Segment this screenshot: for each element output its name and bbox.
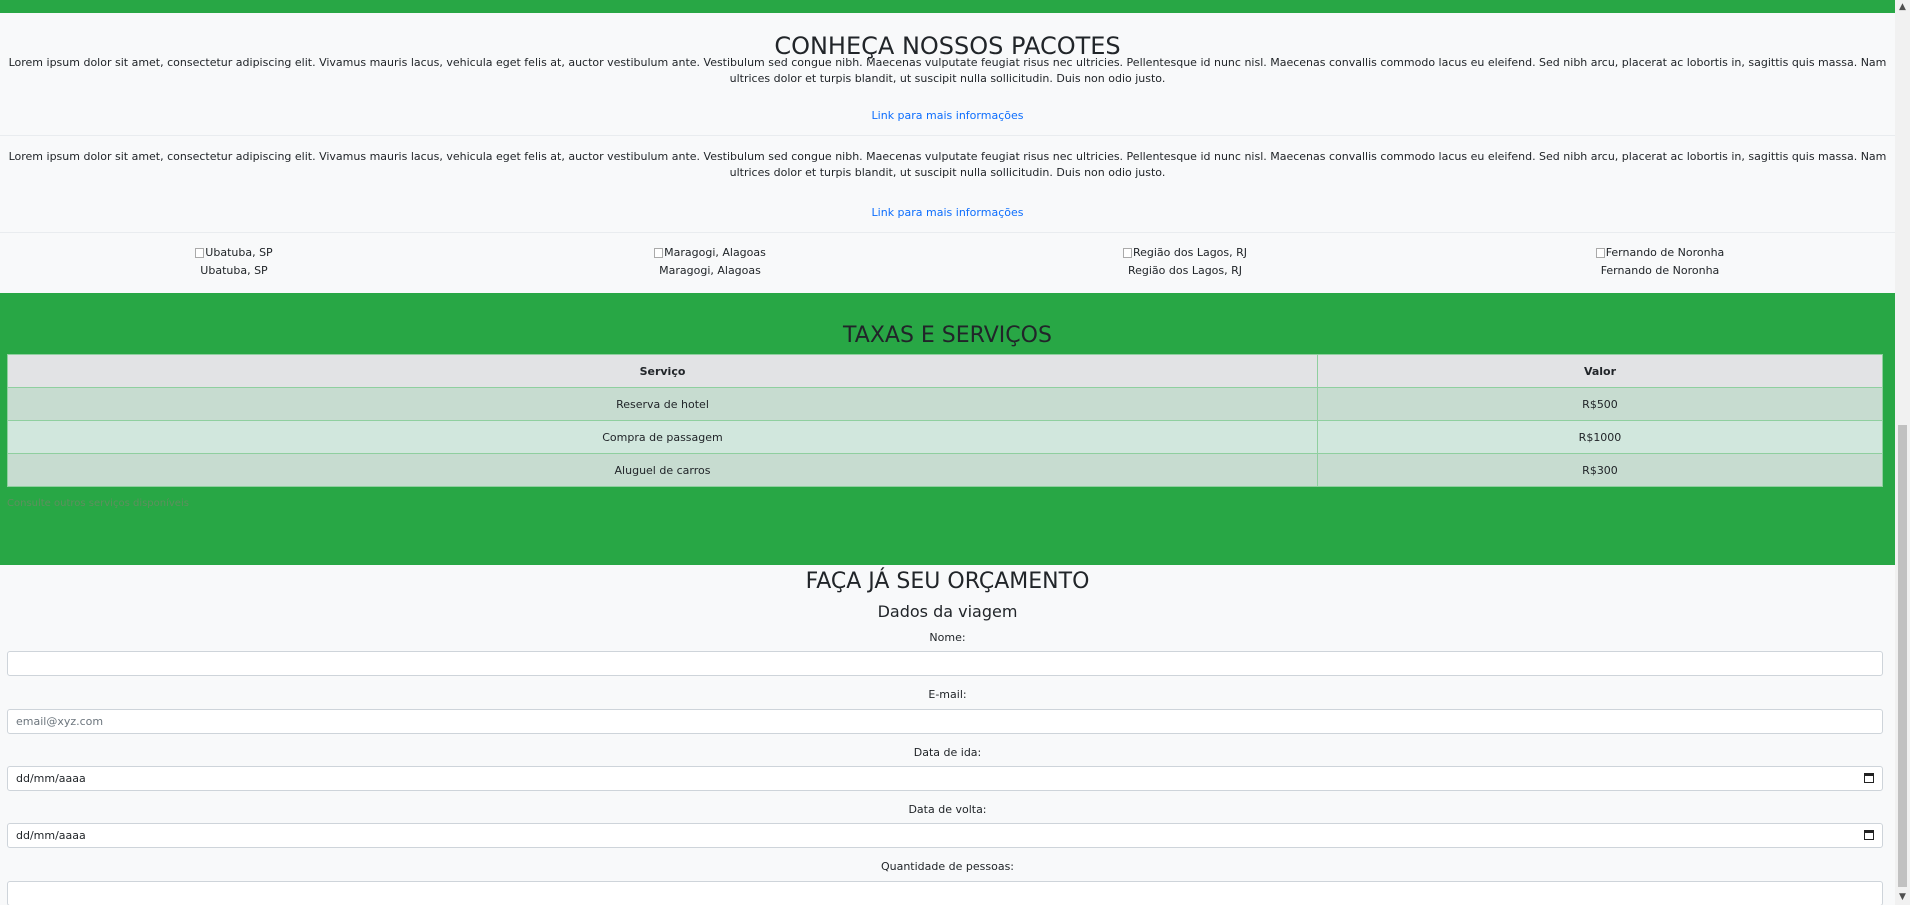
destination-caption: Fernando de Noronha bbox=[1600, 264, 1720, 277]
image-alt-text: Ubatuba, SP bbox=[205, 246, 273, 259]
service-cell: Aluguel de carros bbox=[7, 453, 1318, 487]
destination-fernando-de-noronha: Fernando de Noronha Fernando de Noronha bbox=[1550, 245, 1770, 279]
quote-subtitle: Dados da viagem bbox=[877, 602, 1018, 621]
service-cell: Compra de passagem bbox=[7, 420, 1318, 454]
destination-image: Maragogi, Alagoas bbox=[654, 245, 766, 261]
image-alt-text: Fernando de Noronha bbox=[1605, 246, 1725, 259]
return-date-label: Data de volta: bbox=[908, 803, 987, 816]
destination-maragogi: Maragogi, Alagoas Maragogi, Alagoas bbox=[600, 245, 820, 279]
quote-title: FAÇA JÁ SEU ORÇAMENTO bbox=[805, 569, 1090, 594]
value-cell: R$300 bbox=[1317, 453, 1883, 487]
fees-table: Serviço Valor Reserva de hotel R$500 Com… bbox=[7, 354, 1883, 487]
broken-image-icon bbox=[1122, 248, 1132, 258]
divider bbox=[0, 135, 1895, 136]
table-row: Compra de passagem R$1000 bbox=[7, 420, 1883, 454]
divider bbox=[0, 232, 1895, 233]
people-count-label: Quantidade de pessoas: bbox=[880, 860, 1015, 873]
departure-date-field[interactable]: dd/mm/aaaa bbox=[7, 766, 1883, 791]
broken-image-icon bbox=[1595, 248, 1605, 258]
destination-caption: Região dos Lagos, RJ bbox=[1127, 264, 1243, 277]
departure-date-value: dd/mm/aaaa bbox=[16, 772, 86, 785]
email-field[interactable] bbox=[7, 709, 1883, 734]
package-description: Lorem ipsum dolor sit amet, consectetur … bbox=[8, 150, 1887, 179]
package-link[interactable]: Link para mais informações bbox=[0, 109, 1895, 123]
image-alt-text: Região dos Lagos, RJ bbox=[1132, 246, 1248, 259]
people-count-field[interactable] bbox=[7, 881, 1883, 905]
calendar-icon[interactable] bbox=[1864, 773, 1874, 783]
package-description: Lorem ipsum dolor sit amet, consectetur … bbox=[8, 56, 1887, 85]
quote-section: FAÇA JÁ SEU ORÇAMENTO Dados da viagem No… bbox=[0, 565, 1895, 905]
scroll-up-icon[interactable]: ▲ bbox=[1895, 0, 1910, 15]
vertical-scrollbar[interactable]: ▲ ▼ bbox=[1895, 0, 1910, 905]
table-row: Aluguel de carros R$300 bbox=[7, 453, 1883, 487]
scrollbar-thumb[interactable] bbox=[1898, 425, 1907, 887]
destination-image: Fernando de Noronha bbox=[1595, 245, 1725, 261]
destination-regiao-dos-lagos: Região dos Lagos, RJ Região dos Lagos, R… bbox=[1075, 245, 1295, 279]
broken-image-icon bbox=[195, 248, 205, 258]
destination-image: Ubatuba, SP bbox=[195, 245, 273, 261]
destination-caption: Ubatuba, SP bbox=[200, 264, 268, 277]
return-date-field[interactable]: dd/mm/aaaa bbox=[7, 823, 1883, 848]
table-row: Reserva de hotel R$500 bbox=[7, 387, 1883, 421]
departure-date-label: Data de ida: bbox=[913, 746, 982, 759]
column-header-value: Valor bbox=[1317, 354, 1883, 388]
more-info-link[interactable]: Link para mais informações bbox=[872, 109, 1024, 122]
table-header-row: Serviço Valor bbox=[7, 354, 1883, 388]
value-cell: R$1000 bbox=[1317, 420, 1883, 454]
destination-ubatuba: Ubatuba, SP Ubatuba, SP bbox=[124, 245, 344, 279]
name-field[interactable] bbox=[7, 651, 1883, 676]
package-link[interactable]: Link para mais informações bbox=[0, 206, 1895, 220]
value-cell: R$500 bbox=[1317, 387, 1883, 421]
broken-image-icon bbox=[654, 248, 664, 258]
destination-image: Região dos Lagos, RJ bbox=[1122, 245, 1248, 261]
name-label: Nome: bbox=[929, 631, 966, 644]
scroll-down-icon[interactable]: ▼ bbox=[1895, 890, 1910, 905]
calendar-icon[interactable] bbox=[1864, 830, 1874, 840]
email-label: E-mail: bbox=[928, 688, 967, 701]
destination-caption: Maragogi, Alagoas bbox=[659, 264, 761, 277]
return-date-value: dd/mm/aaaa bbox=[16, 829, 86, 842]
fees-title: TAXAS E SERVIÇOS bbox=[843, 323, 1052, 348]
image-alt-text: Maragogi, Alagoas bbox=[664, 246, 766, 259]
more-info-link[interactable]: Link para mais informações bbox=[872, 206, 1024, 219]
table-caption: Consulte outros serviços disponíveis bbox=[7, 498, 189, 509]
column-header-service: Serviço bbox=[7, 354, 1318, 388]
service-cell: Reserva de hotel bbox=[7, 387, 1318, 421]
page: CONHEÇA NOSSOS PACOTES Lorem ipsum dolor… bbox=[0, 0, 1895, 905]
